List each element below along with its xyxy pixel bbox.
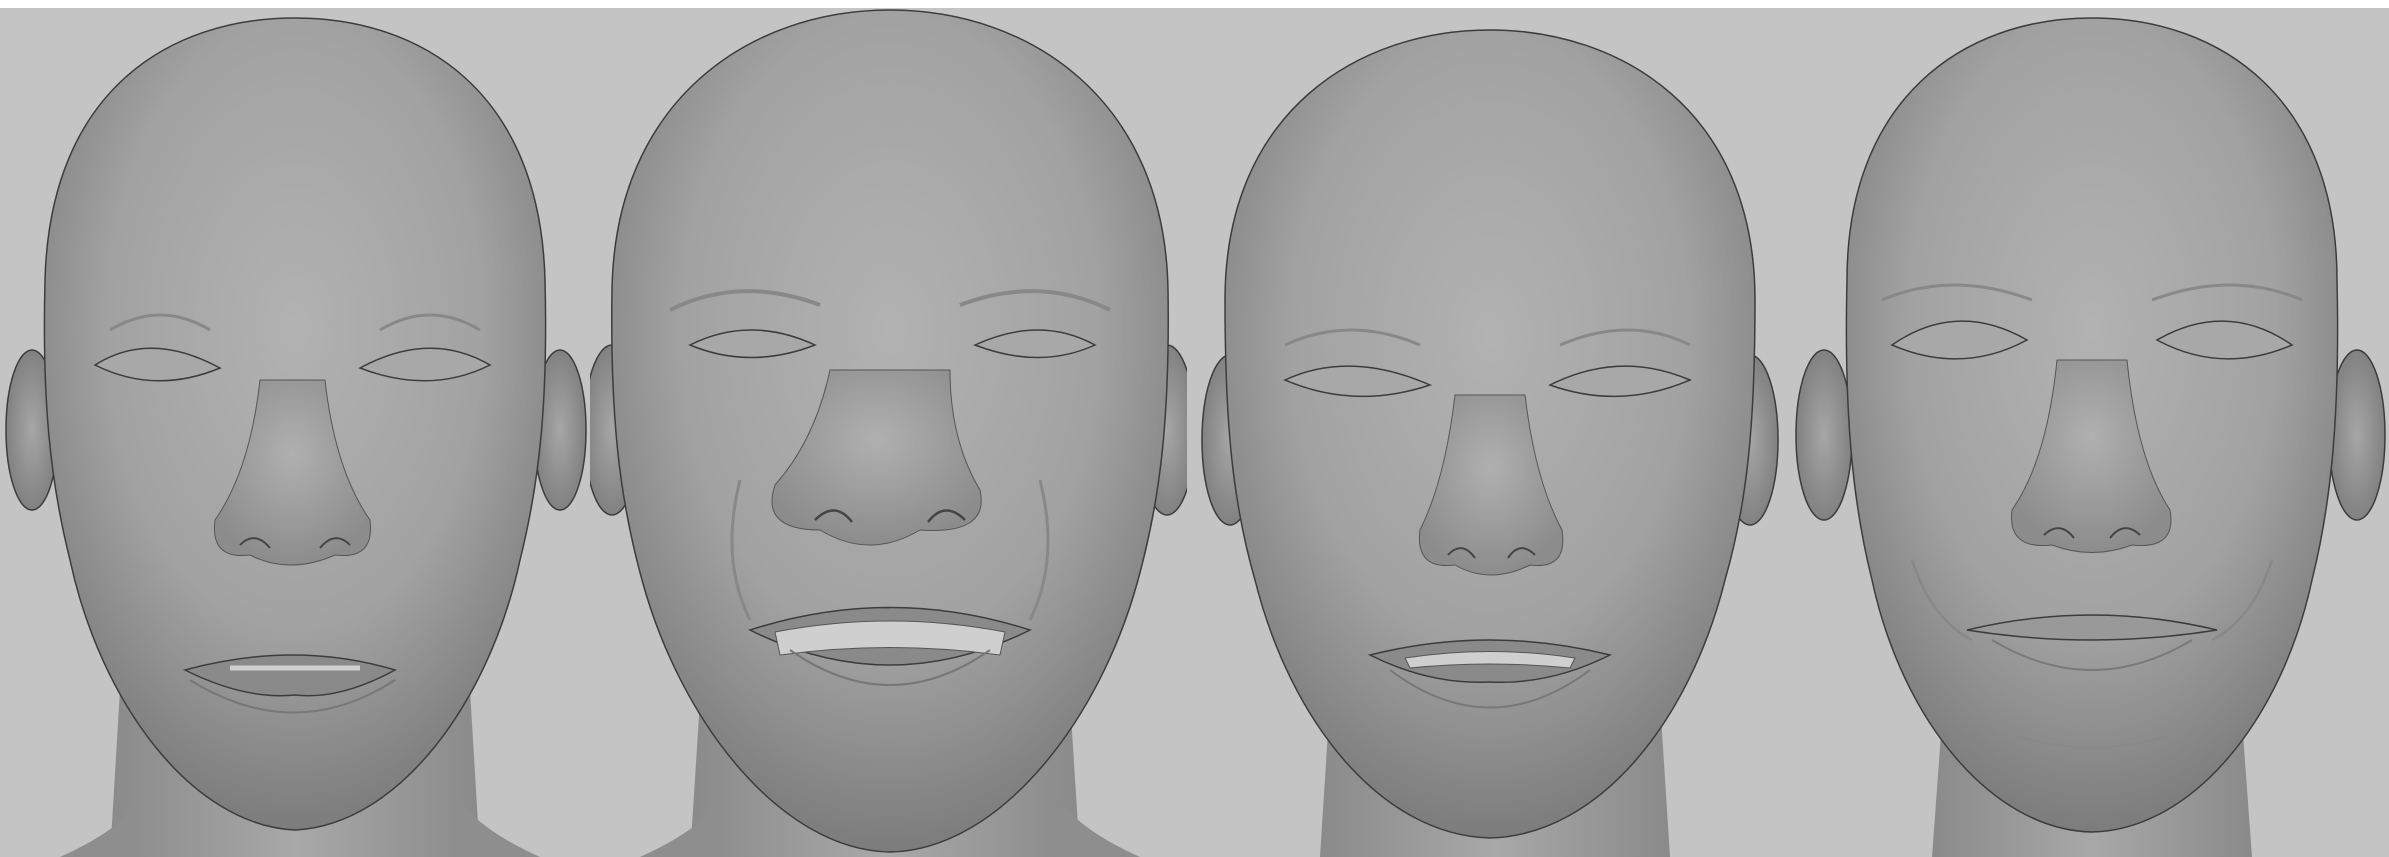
render-canvas [0,0,2389,857]
head-render-1 [0,0,597,857]
ear-left-4 [1795,349,1853,521]
head-render-2 [590,0,1187,857]
head-render-3 [1190,0,1787,857]
head-render-4 [1792,0,2389,857]
